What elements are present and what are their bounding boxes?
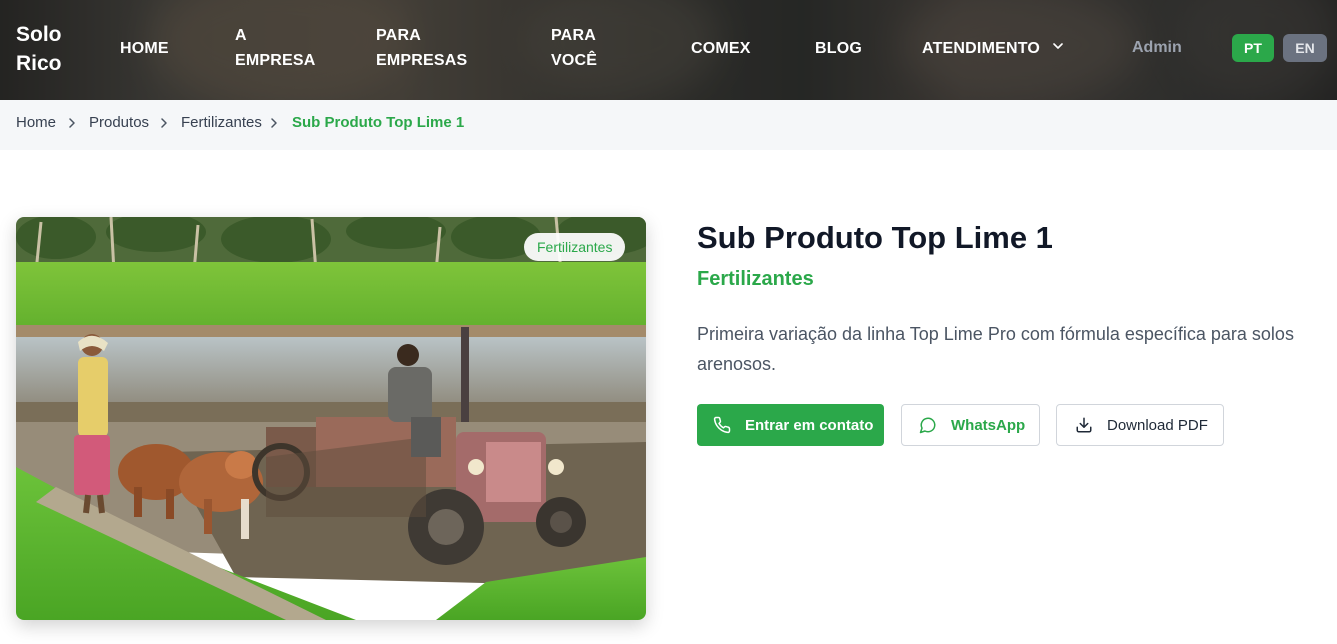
image-category-badge: Fertilizantes bbox=[524, 233, 626, 261]
download-pdf-button-label: Download PDF bbox=[1107, 416, 1208, 434]
breadcrumb-fertilizantes[interactable]: Fertilizantes bbox=[181, 114, 262, 132]
language-pt-button[interactable]: PT bbox=[1232, 34, 1274, 62]
nav-comex[interactable]: COMEX bbox=[691, 36, 751, 61]
chevron-right-icon bbox=[271, 118, 277, 128]
language-en-button[interactable]: EN bbox=[1283, 34, 1327, 62]
site-logo[interactable]: Solo Rico bbox=[16, 20, 76, 78]
nav-a-empresa[interactable]: A EMPRESA bbox=[235, 23, 325, 73]
breadcrumb-home[interactable]: Home bbox=[16, 114, 56, 132]
nav-para-empresas[interactable]: PARA EMPRESAS bbox=[376, 23, 476, 73]
product-description: Primeira variação da linha Top Lime Pro … bbox=[697, 324, 1294, 374]
product-category[interactable]: Fertilizantes bbox=[697, 266, 814, 292]
download-icon bbox=[1076, 417, 1092, 433]
whatsapp-button[interactable]: WhatsApp bbox=[901, 404, 1040, 446]
nav-atendimento[interactable]: ATENDIMENTO bbox=[922, 36, 1040, 61]
contact-button[interactable]: Entrar em contato bbox=[697, 404, 884, 446]
breadcrumb-produtos[interactable]: Produtos bbox=[89, 114, 149, 132]
download-pdf-button[interactable]: Download PDF bbox=[1056, 404, 1224, 446]
admin-link[interactable]: Admin bbox=[1132, 37, 1182, 59]
nav-blog[interactable]: BLOG bbox=[815, 36, 862, 61]
phone-icon bbox=[713, 416, 731, 434]
chevron-right-icon bbox=[69, 118, 75, 128]
chevron-right-icon bbox=[161, 118, 167, 128]
contact-button-label: Entrar em contato bbox=[745, 416, 874, 434]
breadcrumb-current: Sub Produto Top Lime 1 bbox=[292, 114, 465, 131]
nav-home[interactable]: HOME bbox=[120, 36, 169, 61]
chat-bubble-icon bbox=[919, 417, 936, 434]
breadcrumb: Home Produtos Fertilizantes Sub Produto … bbox=[0, 100, 1337, 150]
product-image bbox=[16, 217, 646, 620]
site-header: Solo Rico HOME A EMPRESA PARA EMPRESAS P… bbox=[0, 0, 1337, 100]
chevron-down-icon[interactable] bbox=[1053, 41, 1063, 51]
nav-para-voce[interactable]: PARA VOCÊ bbox=[551, 23, 611, 73]
product-title: Sub Produto Top Lime 1 bbox=[697, 220, 1053, 255]
whatsapp-button-label: WhatsApp bbox=[951, 416, 1026, 434]
